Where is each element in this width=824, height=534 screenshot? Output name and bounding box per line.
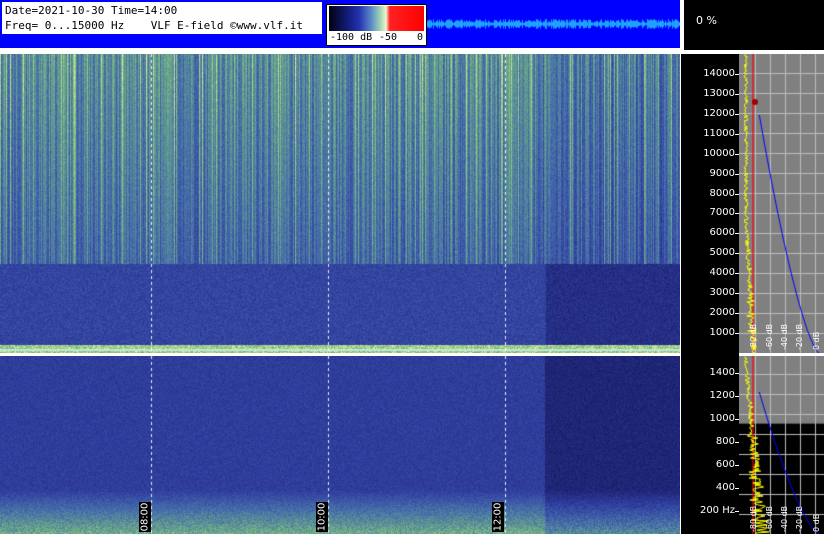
colorbar-label-mid: -50	[379, 32, 398, 43]
date-time-text: Date=2021-10-30 Time=14:00	[5, 4, 178, 17]
info-box: Date=2021-10-30 Time=14:00 Freq= 0...150…	[2, 2, 322, 34]
lower-axis-tick-label: 1000	[709, 413, 735, 425]
upper-axis-tick-label: 7000	[709, 207, 735, 219]
upper-axis-tick-label: 9000	[709, 167, 735, 179]
spectrum-profile-upper-icon	[739, 54, 824, 353]
time-marker-1000: 10:00	[316, 502, 328, 532]
time-marker-1000-text: 10:00	[316, 502, 328, 532]
frequency-axis-panel: 14000 13000 12000 11000 10000 9000 8000 7000 600…	[681, 54, 739, 534]
profile-db-label: -60 dB	[765, 323, 774, 350]
lower-axis-tick-label: 400	[715, 482, 735, 494]
profile-db-label: -20 dB	[795, 505, 804, 532]
lower-axis-tick-label: 200 Hz	[699, 505, 735, 517]
colorbar-labels: -100 dB -50 0	[327, 32, 426, 44]
upper-axis-tick-label: 11000	[703, 127, 735, 139]
upper-axis-tick-label: 13000	[703, 87, 735, 99]
time-marker-1200-text: 12:00	[492, 502, 504, 532]
time-marker-0800: 08:00	[139, 502, 151, 532]
lower-axis-tick-label: 1400	[709, 367, 735, 379]
profile-db-label: -60 dB	[765, 505, 774, 532]
header-underline	[0, 48, 680, 50]
profile-db-label: -40 dB	[780, 505, 789, 532]
upper-axis-tick-label: 2000	[709, 307, 735, 319]
percent-label: 0 %	[696, 14, 717, 27]
upper-axis-tick-label: 3000	[709, 287, 735, 299]
upper-axis-tick-label: 4000	[709, 267, 735, 279]
upper-axis-tick-label: 8000	[709, 187, 735, 199]
time-marker-0800-text: 08:00	[139, 502, 151, 532]
percent-panel: 0 %	[684, 0, 824, 50]
upper-axis-tick-label: 10000	[703, 147, 735, 159]
upper-axis-tick-label: 6000	[709, 227, 735, 239]
profile-db-label: 0 dB	[812, 331, 821, 350]
lower-axis-tick-label: 1200	[709, 390, 735, 402]
time-marker-1200: 12:00	[492, 502, 504, 532]
colorbar-label-max: 0	[417, 32, 424, 43]
spectrogram-lower-image-icon	[0, 356, 680, 534]
colorbar-legend: -100 dB -50 0	[326, 4, 427, 46]
frequency-range-text: Freq= 0...15000 Hz VLF E-field ©www.vlf.…	[5, 19, 304, 32]
colorbar-label-min: -100 dB	[330, 32, 373, 43]
lower-axis-tick-label: 600	[715, 459, 735, 471]
upper-axis-tick-label: 1000	[709, 327, 735, 339]
spectrogram-upper-image-icon	[0, 54, 680, 353]
upper-axis-tick-label: 5000	[709, 247, 735, 259]
upper-axis-tick-label: 12000	[703, 107, 735, 119]
profile-db-label: -40 dB	[780, 323, 789, 350]
profile-db-label: -80 dB	[749, 505, 758, 532]
colorbar-gradient-icon	[329, 6, 424, 31]
profile-db-label: -80 dB	[749, 323, 758, 350]
lower-axis-tick-label: 800	[715, 436, 735, 448]
profile-db-label: 0 dB	[812, 513, 821, 532]
upper-axis-tick-label: 14000	[703, 67, 735, 79]
profile-db-label: -20 dB	[795, 323, 804, 350]
